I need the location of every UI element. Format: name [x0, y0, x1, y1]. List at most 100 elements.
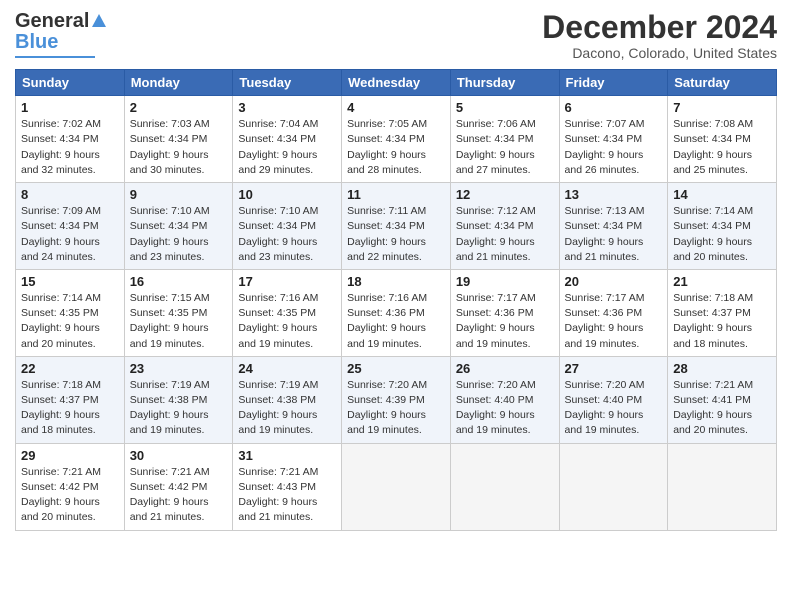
day-number: 17 [238, 274, 336, 289]
table-row: 7 Sunrise: 7:08 AMSunset: 4:34 PMDayligh… [668, 96, 777, 183]
table-row: 23 Sunrise: 7:19 AMSunset: 4:38 PMDaylig… [124, 356, 233, 443]
day-number: 13 [565, 187, 663, 202]
day-number: 9 [130, 187, 228, 202]
day-number: 15 [21, 274, 119, 289]
day-number: 2 [130, 100, 228, 115]
table-row: 25 Sunrise: 7:20 AMSunset: 4:39 PMDaylig… [342, 356, 451, 443]
table-row: 21 Sunrise: 7:18 AMSunset: 4:37 PMDaylig… [668, 269, 777, 356]
col-thursday: Thursday [450, 70, 559, 96]
calendar-week-row: 22 Sunrise: 7:18 AMSunset: 4:37 PMDaylig… [16, 356, 777, 443]
table-row: 3 Sunrise: 7:04 AMSunset: 4:34 PMDayligh… [233, 96, 342, 183]
day-number: 4 [347, 100, 445, 115]
table-row: 17 Sunrise: 7:16 AMSunset: 4:35 PMDaylig… [233, 269, 342, 356]
table-row: 14 Sunrise: 7:14 AMSunset: 4:34 PMDaylig… [668, 183, 777, 270]
day-number: 29 [21, 448, 119, 463]
day-number: 19 [456, 274, 554, 289]
table-row: 8 Sunrise: 7:09 AMSunset: 4:34 PMDayligh… [16, 183, 125, 270]
day-info: Sunrise: 7:17 AMSunset: 4:36 PMDaylight:… [565, 292, 645, 350]
day-info: Sunrise: 7:14 AMSunset: 4:34 PMDaylight:… [673, 205, 753, 263]
day-number: 27 [565, 361, 663, 376]
day-info: Sunrise: 7:08 AMSunset: 4:34 PMDaylight:… [673, 118, 753, 176]
day-info: Sunrise: 7:17 AMSunset: 4:36 PMDaylight:… [456, 292, 536, 350]
day-info: Sunrise: 7:03 AMSunset: 4:34 PMDaylight:… [130, 118, 210, 176]
day-info: Sunrise: 7:10 AMSunset: 4:34 PMDaylight:… [130, 205, 210, 263]
day-number: 28 [673, 361, 771, 376]
day-info: Sunrise: 7:05 AMSunset: 4:34 PMDaylight:… [347, 118, 427, 176]
table-row [668, 443, 777, 530]
day-number: 7 [673, 100, 771, 115]
day-info: Sunrise: 7:10 AMSunset: 4:34 PMDaylight:… [238, 205, 318, 263]
day-info: Sunrise: 7:14 AMSunset: 4:35 PMDaylight:… [21, 292, 101, 350]
title-block: December 2024 Dacono, Colorado, United S… [542, 10, 777, 61]
col-saturday: Saturday [668, 70, 777, 96]
table-row: 29 Sunrise: 7:21 AMSunset: 4:42 PMDaylig… [16, 443, 125, 530]
table-row: 10 Sunrise: 7:10 AMSunset: 4:34 PMDaylig… [233, 183, 342, 270]
day-number: 5 [456, 100, 554, 115]
header: General Blue December 2024 Dacono, Color… [15, 10, 777, 61]
page: General Blue December 2024 Dacono, Color… [0, 0, 792, 612]
day-number: 26 [456, 361, 554, 376]
day-number: 8 [21, 187, 119, 202]
day-info: Sunrise: 7:18 AMSunset: 4:37 PMDaylight:… [673, 292, 753, 350]
table-row: 28 Sunrise: 7:21 AMSunset: 4:41 PMDaylig… [668, 356, 777, 443]
table-row: 30 Sunrise: 7:21 AMSunset: 4:42 PMDaylig… [124, 443, 233, 530]
location: Dacono, Colorado, United States [542, 45, 777, 61]
day-info: Sunrise: 7:19 AMSunset: 4:38 PMDaylight:… [130, 379, 210, 437]
day-info: Sunrise: 7:19 AMSunset: 4:38 PMDaylight:… [238, 379, 318, 437]
table-row: 20 Sunrise: 7:17 AMSunset: 4:36 PMDaylig… [559, 269, 668, 356]
table-row: 12 Sunrise: 7:12 AMSunset: 4:34 PMDaylig… [450, 183, 559, 270]
logo-general: General [15, 10, 89, 33]
calendar-week-row: 8 Sunrise: 7:09 AMSunset: 4:34 PMDayligh… [16, 183, 777, 270]
table-row [559, 443, 668, 530]
col-tuesday: Tuesday [233, 70, 342, 96]
day-info: Sunrise: 7:21 AMSunset: 4:43 PMDaylight:… [238, 466, 318, 524]
day-info: Sunrise: 7:04 AMSunset: 4:34 PMDaylight:… [238, 118, 318, 176]
calendar-week-row: 15 Sunrise: 7:14 AMSunset: 4:35 PMDaylig… [16, 269, 777, 356]
col-sunday: Sunday [16, 70, 125, 96]
day-number: 1 [21, 100, 119, 115]
table-row [450, 443, 559, 530]
day-info: Sunrise: 7:20 AMSunset: 4:40 PMDaylight:… [456, 379, 536, 437]
day-number: 30 [130, 448, 228, 463]
table-row: 24 Sunrise: 7:19 AMSunset: 4:38 PMDaylig… [233, 356, 342, 443]
day-info: Sunrise: 7:16 AMSunset: 4:35 PMDaylight:… [238, 292, 318, 350]
day-number: 18 [347, 274, 445, 289]
day-number: 24 [238, 361, 336, 376]
day-number: 16 [130, 274, 228, 289]
calendar-table: Sunday Monday Tuesday Wednesday Thursday… [15, 69, 777, 530]
calendar-week-row: 29 Sunrise: 7:21 AMSunset: 4:42 PMDaylig… [16, 443, 777, 530]
col-monday: Monday [124, 70, 233, 96]
table-row: 6 Sunrise: 7:07 AMSunset: 4:34 PMDayligh… [559, 96, 668, 183]
table-row: 9 Sunrise: 7:10 AMSunset: 4:34 PMDayligh… [124, 183, 233, 270]
day-number: 10 [238, 187, 336, 202]
table-row: 22 Sunrise: 7:18 AMSunset: 4:37 PMDaylig… [16, 356, 125, 443]
day-info: Sunrise: 7:07 AMSunset: 4:34 PMDaylight:… [565, 118, 645, 176]
day-number: 21 [673, 274, 771, 289]
logo-triangle-icon [92, 14, 106, 27]
day-number: 6 [565, 100, 663, 115]
table-row: 15 Sunrise: 7:14 AMSunset: 4:35 PMDaylig… [16, 269, 125, 356]
calendar-week-row: 1 Sunrise: 7:02 AMSunset: 4:34 PMDayligh… [16, 96, 777, 183]
day-info: Sunrise: 7:20 AMSunset: 4:40 PMDaylight:… [565, 379, 645, 437]
day-info: Sunrise: 7:12 AMSunset: 4:34 PMDaylight:… [456, 205, 536, 263]
day-info: Sunrise: 7:15 AMSunset: 4:35 PMDaylight:… [130, 292, 210, 350]
table-row: 31 Sunrise: 7:21 AMSunset: 4:43 PMDaylig… [233, 443, 342, 530]
day-number: 11 [347, 187, 445, 202]
day-number: 22 [21, 361, 119, 376]
day-number: 25 [347, 361, 445, 376]
day-info: Sunrise: 7:13 AMSunset: 4:34 PMDaylight:… [565, 205, 645, 263]
logo-blue: Blue [15, 31, 58, 54]
table-row: 5 Sunrise: 7:06 AMSunset: 4:34 PMDayligh… [450, 96, 559, 183]
logo: General Blue [15, 10, 106, 58]
day-number: 12 [456, 187, 554, 202]
day-number: 3 [238, 100, 336, 115]
table-row: 16 Sunrise: 7:15 AMSunset: 4:35 PMDaylig… [124, 269, 233, 356]
table-row: 4 Sunrise: 7:05 AMSunset: 4:34 PMDayligh… [342, 96, 451, 183]
table-row: 27 Sunrise: 7:20 AMSunset: 4:40 PMDaylig… [559, 356, 668, 443]
table-row: 11 Sunrise: 7:11 AMSunset: 4:34 PMDaylig… [342, 183, 451, 270]
day-info: Sunrise: 7:06 AMSunset: 4:34 PMDaylight:… [456, 118, 536, 176]
col-friday: Friday [559, 70, 668, 96]
table-row: 26 Sunrise: 7:20 AMSunset: 4:40 PMDaylig… [450, 356, 559, 443]
table-row: 2 Sunrise: 7:03 AMSunset: 4:34 PMDayligh… [124, 96, 233, 183]
month-title: December 2024 [542, 10, 777, 45]
